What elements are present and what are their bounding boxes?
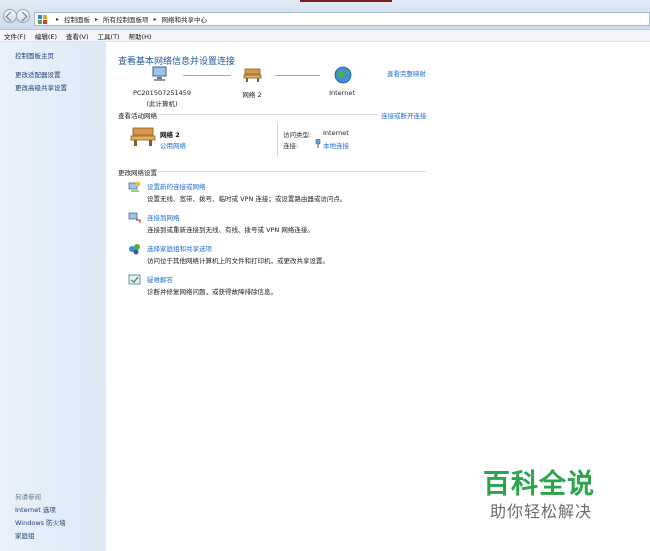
breadcrumb-separator-icon: ▸ — [153, 15, 157, 23]
menu-file[interactable]: 文件(F) — [4, 31, 26, 41]
section-divider — [158, 114, 378, 115]
connection-label: 连接: — [283, 142, 299, 150]
sidebar-item-internet-options[interactable]: Internet 选项 — [15, 504, 56, 514]
change-settings-title: 更改网络设置 — [118, 169, 157, 177]
menu-view[interactable]: 查看(V) — [66, 31, 89, 41]
network-bench-icon — [243, 68, 262, 82]
section-divider — [158, 171, 426, 172]
task-troubleshoot-link[interactable]: 疑难解答 — [147, 274, 173, 284]
see-also-heading: 另请参阅 — [15, 493, 41, 501]
titlebar-accent — [300, 0, 392, 2]
window-titlebar: ▸ 控制面板 ▸ 所有控制面板项 ▸ 网络和共享中心 — [0, 0, 650, 30]
internet-globe-icon — [334, 66, 352, 84]
view-full-map-link[interactable]: 查看完整映射 — [387, 68, 426, 78]
connect-disconnect-link[interactable]: 连接或断开连接 — [381, 110, 427, 120]
breadcrumb-item-network-center[interactable]: 网络和共享中心 — [162, 14, 208, 24]
task-homegroup-link[interactable]: 选择家庭组和共享选项 — [147, 243, 212, 253]
task-connect-network-desc: 连接到或重新连接到无线、有线、拨号或 VPN 网络连接。 — [147, 226, 314, 234]
menu-tools[interactable]: 工具(T) — [98, 31, 120, 41]
sidebar-item-adapter-settings[interactable]: 更改适配器设置 — [15, 69, 61, 79]
computer-icon — [152, 66, 167, 81]
connection-plug-icon — [315, 139, 321, 148]
map-connector-line — [183, 75, 231, 76]
task-setup-connection-desc: 设置无线、宽带、拨号、临时或 VPN 连接；或设置路由器或访问点。 — [147, 195, 347, 203]
computer-name: PC201507251459 — [132, 89, 192, 97]
sidebar-item-advanced-sharing[interactable]: 更改高级共享设置 — [15, 82, 67, 92]
watermark-title: 百科全说 — [483, 469, 595, 500]
forward-button[interactable] — [16, 9, 30, 23]
watermark-subtitle: 助你轻松解决 — [490, 502, 593, 521]
breadcrumb-item-control-panel[interactable]: 控制面板 — [64, 14, 90, 24]
sidebar-item-control-panel-home[interactable]: 控制面板主页 — [15, 50, 54, 60]
section-divider — [277, 122, 278, 156]
network-bench-icon — [130, 127, 156, 146]
active-networks-title: 查看活动网络 — [118, 112, 157, 120]
menu-edit[interactable]: 编辑(E) — [35, 31, 57, 41]
sidebar: 控制面板主页 更改适配器设置 更改高级共享设置 另请参阅 Internet 选项… — [0, 42, 106, 551]
access-type-label: 访问类型: — [283, 131, 312, 139]
map-internet-label: Internet — [329, 89, 355, 97]
computer-subtitle: (此计算机) — [146, 100, 178, 108]
homegroup-icon — [129, 244, 140, 255]
local-connection-link[interactable]: 本地连接 — [323, 140, 349, 150]
connect-network-icon — [128, 212, 141, 223]
active-network-name: 网络 2 — [160, 131, 180, 139]
task-connect-network-link[interactable]: 连接到网络 — [147, 212, 180, 222]
address-bar[interactable]: ▸ 控制面板 ▸ 所有控制面板项 ▸ 网络和共享中心 — [34, 12, 650, 26]
menu-help[interactable]: 帮助(H) — [129, 31, 152, 41]
back-button[interactable] — [3, 9, 17, 23]
troubleshoot-icon — [128, 274, 141, 285]
map-connector-line — [275, 75, 320, 76]
control-panel-icon — [38, 14, 47, 24]
task-troubleshoot-desc: 诊断并修复网络问题，或获得故障排除信息。 — [147, 288, 277, 296]
sidebar-item-firewall[interactable]: Windows 防火墙 — [15, 517, 66, 527]
menu-bar: 文件(F) 编辑(E) 查看(V) 工具(T) 帮助(H) — [0, 30, 650, 42]
map-network-name: 网络 2 — [242, 91, 262, 99]
breadcrumb-separator-icon: ▸ — [56, 15, 60, 23]
breadcrumb-item-all-items[interactable]: 所有控制面板项 — [103, 14, 149, 24]
task-homegroup-desc: 访问位于其他网络计算机上的文件和打印机，或更改共享设置。 — [147, 257, 329, 265]
page-title: 查看基本网络信息并设置连接 — [118, 57, 236, 67]
network-type-link[interactable]: 公用网络 — [160, 140, 186, 150]
sidebar-item-homegroup[interactable]: 家庭组 — [15, 530, 35, 540]
new-connection-icon — [128, 181, 141, 192]
task-setup-connection-link[interactable]: 设置新的连接或网络 — [147, 181, 206, 191]
breadcrumb-separator-icon: ▸ — [95, 15, 99, 23]
access-type-value: Internet — [323, 129, 349, 137]
